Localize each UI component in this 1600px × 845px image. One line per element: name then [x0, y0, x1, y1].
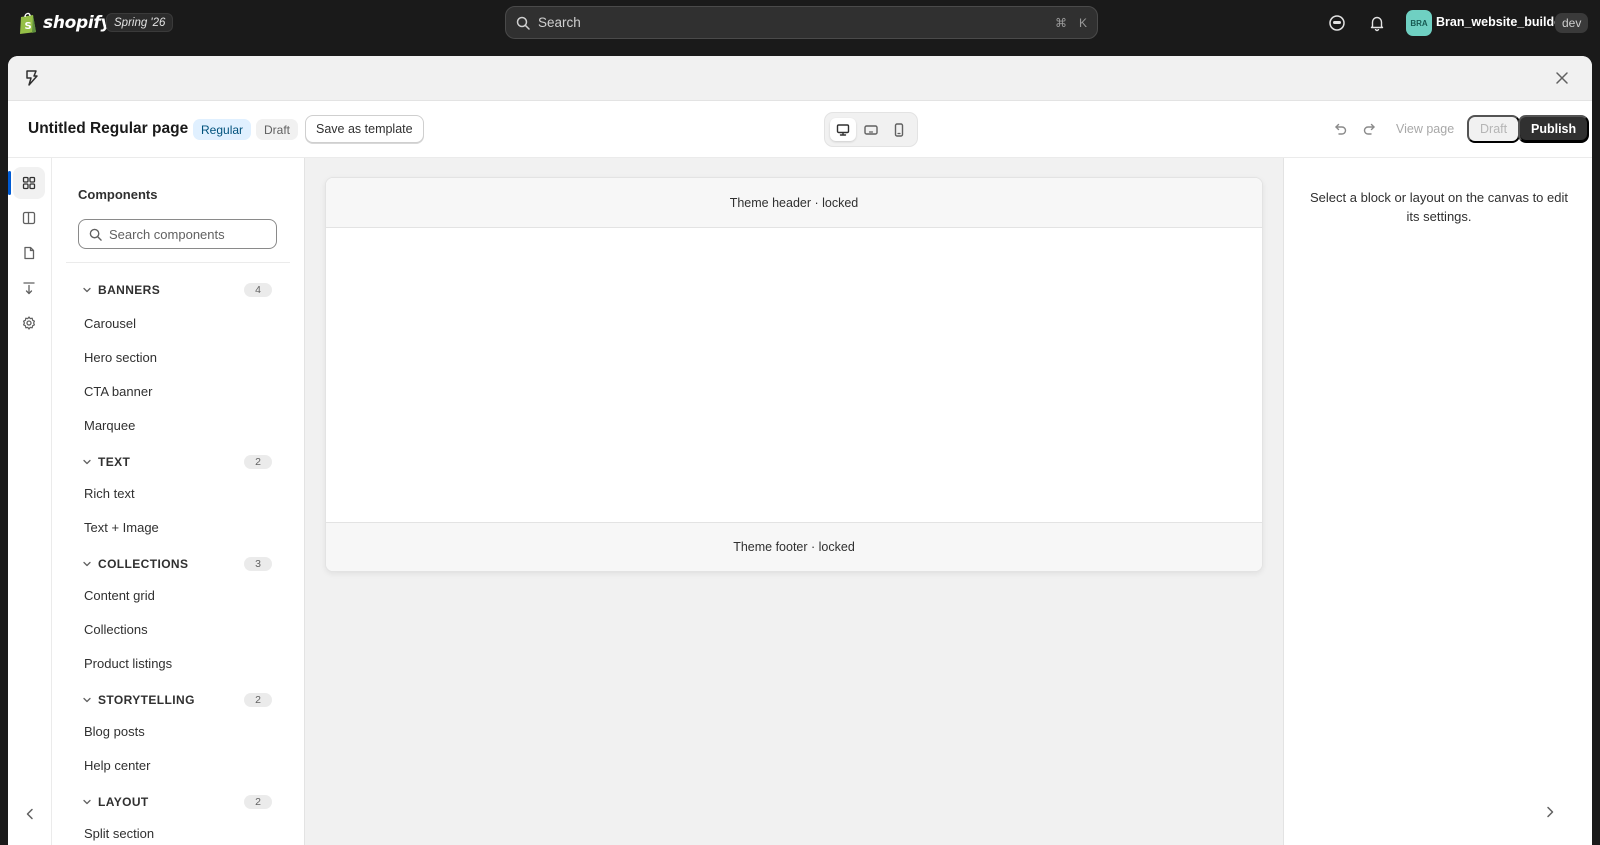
admin-topbar: S shopify Spring '26 Search ⌘ K BRA Bran…: [0, 0, 1600, 46]
page-builder-modal: Untitled Regular page Regular Draft Save…: [8, 56, 1592, 845]
global-search-placeholder: Search: [538, 15, 581, 30]
bell-icon[interactable]: [1368, 14, 1386, 32]
page-header: Untitled Regular page Regular Draft Save…: [8, 101, 1592, 158]
rail-settings-button[interactable]: [13, 307, 45, 339]
shortcut-cmd-key: ⌘: [1055, 16, 1067, 30]
publish-button[interactable]: Publish: [1518, 115, 1590, 143]
rail-import-button[interactable]: [13, 272, 45, 304]
component-item[interactable]: Marquee: [84, 418, 135, 433]
chevron-down-icon: [83, 459, 91, 465]
chevron-down-icon: [83, 561, 91, 567]
app-logo-icon: [26, 70, 38, 86]
shortcut-k-key: K: [1078, 16, 1087, 30]
import-icon: [23, 282, 35, 295]
component-item[interactable]: CTA banner: [84, 384, 152, 399]
draft-button[interactable]: Draft: [1467, 115, 1521, 143]
page-title: Untitled Regular page: [28, 120, 189, 137]
group-count: 3: [244, 557, 272, 571]
search-icon: [516, 16, 530, 30]
group-name: BANNERS: [98, 283, 161, 297]
tablet-icon: [864, 124, 878, 135]
component-item[interactable]: Content grid: [84, 588, 155, 603]
chevron-down-icon: [83, 697, 91, 703]
theme-header-locked: Theme header · locked: [326, 178, 1262, 228]
chevron-down-icon: [83, 799, 91, 805]
group-name: STORYTELLING: [98, 693, 195, 707]
settings-panel: Select a block or layout on the canvas t…: [1283, 158, 1592, 845]
page-icon: [24, 246, 35, 260]
edition-badge[interactable]: Spring '26: [106, 13, 174, 32]
component-item[interactable]: Rich text: [84, 486, 135, 501]
chevron-down-icon: [83, 287, 91, 293]
group-count: 2: [244, 693, 272, 707]
undo-icon[interactable]: [1332, 121, 1348, 137]
components-search-input[interactable]: [109, 226, 269, 242]
group-name: TEXT: [98, 455, 131, 469]
group-storytelling[interactable]: STORYTELLING 2: [82, 690, 272, 710]
mobile-preview-button[interactable]: [886, 118, 912, 141]
component-item[interactable]: Split section: [84, 826, 154, 841]
rail-active-indicator: [8, 171, 11, 195]
component-item[interactable]: Product listings: [84, 656, 172, 671]
brand-wordmark: shopify: [43, 13, 112, 33]
store-avatar[interactable]: BRA: [1406, 10, 1432, 36]
component-item[interactable]: Blog posts: [84, 724, 145, 739]
close-icon[interactable]: [1554, 70, 1570, 86]
components-search[interactable]: [78, 219, 277, 249]
global-search[interactable]: Search ⌘ K: [505, 6, 1098, 39]
desktop-icon: [836, 123, 850, 136]
component-item[interactable]: Carousel: [84, 316, 136, 331]
group-collections[interactable]: COLLECTIONS 3: [82, 554, 272, 574]
component-item[interactable]: Hero section: [84, 350, 157, 365]
tool-rail: [8, 158, 52, 845]
chevron-right-icon[interactable]: [1542, 804, 1558, 820]
search-icon: [89, 228, 102, 241]
modal-titlebar: [8, 56, 1592, 101]
component-item[interactable]: Help center: [84, 758, 150, 773]
gear-icon: [23, 316, 35, 330]
group-text[interactable]: TEXT 2: [82, 452, 272, 472]
group-count: 2: [244, 455, 272, 469]
group-layout[interactable]: LAYOUT 2: [82, 792, 272, 812]
theme-footer-locked: Theme footer · locked: [326, 522, 1262, 571]
rail-components-button[interactable]: [13, 167, 45, 199]
store-name[interactable]: Bran_website_builder: [1436, 15, 1566, 29]
page-canvas: Theme header · locked Theme footer · loc…: [305, 158, 1283, 845]
desktop-preview-button[interactable]: [830, 118, 856, 141]
shopify-bag-icon: S: [20, 12, 36, 34]
component-item[interactable]: Collections: [84, 622, 148, 637]
settings-empty-hint: Select a block or layout on the canvas t…: [1310, 190, 1568, 224]
save-as-template-button[interactable]: Save as template: [305, 115, 424, 143]
shopify-logo[interactable]: S shopify: [18, 11, 112, 35]
grid-icon: [22, 176, 36, 190]
env-badge: dev: [1555, 13, 1589, 33]
sidekick-icon[interactable]: [1328, 14, 1346, 32]
components-title: Components: [78, 187, 158, 202]
component-item[interactable]: Text + Image: [84, 520, 159, 535]
mobile-icon: [894, 122, 904, 137]
rail-layout-button[interactable]: [13, 202, 45, 234]
group-count: 2: [244, 795, 272, 809]
group-banners[interactable]: BANNERS 4: [82, 280, 272, 300]
panel-divider: [66, 262, 290, 263]
page-status-badge: Draft: [256, 119, 299, 140]
group-name: LAYOUT: [98, 795, 149, 809]
svg-text:S: S: [25, 21, 32, 32]
device-preview-toggle: [824, 112, 918, 147]
group-count: 4: [244, 283, 272, 297]
layout-icon: [22, 211, 36, 225]
tablet-preview-button[interactable]: [858, 118, 884, 141]
view-page-link[interactable]: View page: [1396, 122, 1454, 136]
redo-icon[interactable]: [1362, 121, 1378, 137]
chevron-left-icon[interactable]: [22, 806, 38, 822]
rail-pages-button[interactable]: [13, 237, 45, 269]
page-type-badge: Regular: [193, 119, 252, 140]
page-preview-frame: Theme header · locked Theme footer · loc…: [325, 177, 1263, 572]
components-panel: Components BANNERS 4 Carousel Hero secti…: [52, 158, 305, 845]
group-name: COLLECTIONS: [98, 557, 189, 571]
